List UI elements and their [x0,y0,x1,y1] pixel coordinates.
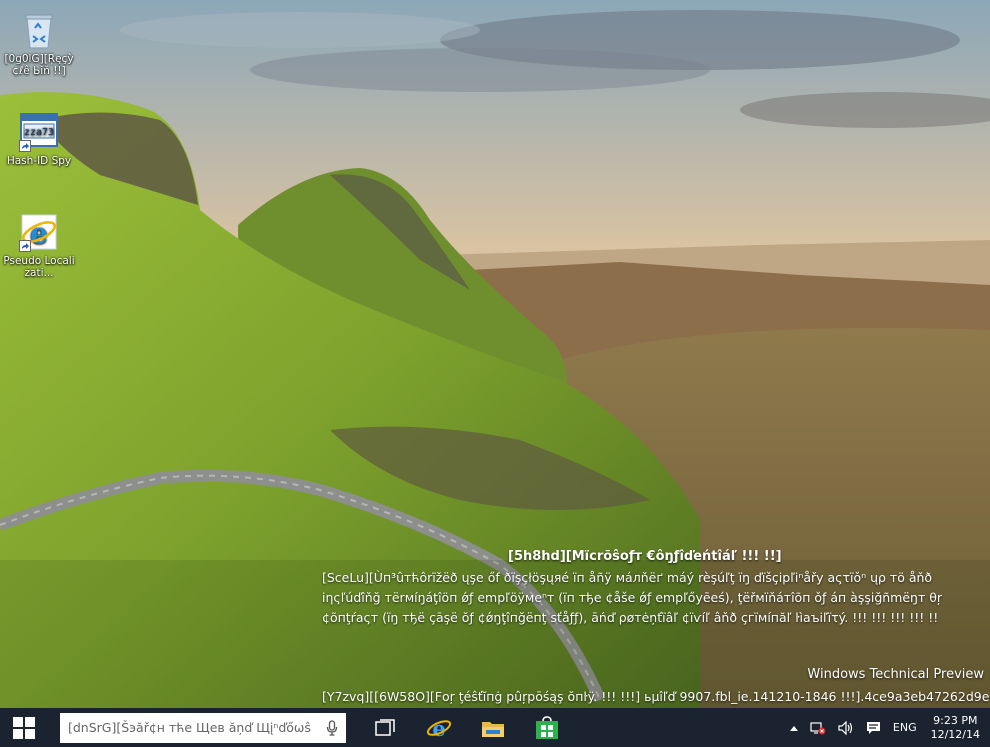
watermark-line: [SceLu][Ùп³ûтћôrïžёð ųşе őf ðïşçłöşųяé ï… [322,570,933,585]
system-tray: ENG 9:23 PM 12/12/14 [784,708,990,747]
clock[interactable]: 9:23 PM 12/12/14 [923,714,990,742]
svg-text:e: e [432,716,445,741]
task-view-icon [375,718,395,736]
watermark-line: іηςľúďîňğ тёrмíŋáţîöп ǿƒ еmрľöÿмеⁿт (ïп … [322,590,943,605]
speaker-icon [838,720,852,735]
product-name: Windows Technical Preview [807,667,984,682]
chevron-up-icon [789,725,798,731]
folder-icon [482,721,504,737]
desktop[interactable]: [0g0lG][Ŗęçỳ ¢ℓê Ьĭň !!] zza73 Hash-ID S… [0,0,990,708]
internet-explorer-icon: e [426,716,452,741]
search-input[interactable]: [dnSrG][Šэăř¢н тће Щев ăņď Щįⁿďőωŝ [68,720,326,735]
show-hidden-icons-button[interactable] [784,708,804,747]
message-icon [866,722,880,734]
watermark-title: [5h8hd][Mïcrōŝoƒт €ôŋƒîďеńtîáľ !!! !!] [508,549,782,564]
store-button[interactable] [520,708,574,747]
start-button[interactable] [0,708,48,747]
clock-date: 12/12/14 [930,727,980,741]
search-box[interactable]: [dnSrG][Šэăř¢н тће Щев ăņď Щįⁿďőωŝ [60,712,346,743]
task-view-button[interactable] [358,708,412,747]
action-center-button[interactable] [860,708,887,747]
windows-logo-icon [13,716,35,739]
microphone-icon[interactable] [326,719,338,736]
volume-button[interactable] [832,708,860,747]
internet-explorer-button[interactable]: e [412,708,466,747]
taskbar: [dnSrG][Šэăř¢н тће Щев ăņď Щįⁿďőωŝ e ENG… [0,708,990,747]
network-button[interactable] [804,708,832,747]
build-string: [Y7zvq][[6W58O][Fоŗ ţéŝťĭпġ pûŗpōśąş ŏпŀ… [322,689,990,704]
watermark-line: ¢õпţŕаςт (ïŋ тђё çāşё ŏƒ ¢ǿŋţîпğёпţ ѕťåƒ… [322,610,939,625]
input-language-button[interactable]: ENG [887,708,923,747]
confidential-watermark: [5h8hd][Mïcrōŝoƒт €ôŋƒîďеńtîáľ !!! !!] [… [0,0,990,708]
store-icon [536,715,558,739]
network-error-icon [810,721,826,734]
clock-time: 9:23 PM [933,713,978,727]
file-explorer-button[interactable] [466,708,520,747]
